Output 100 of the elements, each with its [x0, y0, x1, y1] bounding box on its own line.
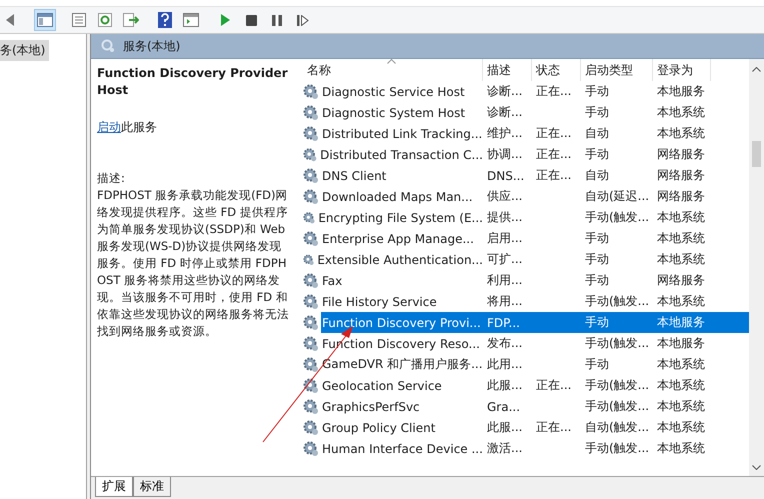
logon-cell-text: 本地服务	[656, 314, 706, 331]
column-header[interactable]: 启动类型	[581, 59, 653, 81]
scrollbar-thumb[interactable]	[752, 141, 761, 167]
logon-cell-text: 网络服务	[656, 146, 706, 163]
logon-cell-text: 网络服务	[656, 272, 706, 289]
service-name-cell: Geolocation Service	[321, 378, 442, 392]
pause-icon	[272, 14, 282, 26]
description-cell-text: Gra...	[486, 400, 522, 414]
service-row[interactable]: Function Discovery Provi... FDP... 手动 本地服务	[303, 312, 749, 333]
startup-type-cell-text: 手动	[584, 230, 610, 247]
logon-cell-text: 本地系统	[656, 125, 706, 142]
description-cell-text: 此服...	[486, 377, 524, 394]
service-name-cell: Human Interface Device ...	[321, 442, 483, 456]
properties-icon	[72, 13, 86, 27]
service-row[interactable]: Diagnostic Service Host 诊断... 正在... 手动 本地服务	[303, 81, 749, 102]
logon-cell-text: 本地系统	[656, 209, 706, 226]
service-row[interactable]: GameDVR 和广播用户服务... 此用... 手动 本地系统	[303, 354, 749, 375]
logon-cell-text: 本地服务	[656, 335, 706, 352]
console-window-icon	[183, 13, 199, 27]
service-row[interactable]: File History Service 将用... 手动(触发... 本地系统	[303, 291, 749, 312]
description-cell-text: FDP...	[486, 316, 521, 330]
service-name-cell: GameDVR 和广播用户服务...	[321, 356, 483, 373]
startup-type-cell-text: 自动(触发...	[584, 419, 650, 436]
service-name-cell: Group Policy Client	[321, 420, 436, 434]
description-cell-text: 利用...	[486, 272, 524, 289]
service-name-cell: Distributed Link Tracking...	[321, 126, 482, 140]
service-name-cell: Diagnostic System Host	[321, 106, 466, 120]
description-cell-text: 维护...	[486, 125, 524, 142]
startup-type-cell-text: 手动	[584, 104, 610, 121]
help-icon	[158, 12, 172, 28]
service-row[interactable]: Fax 利用... 手动 网络服务	[303, 270, 749, 291]
service-name-cell: Distributed Transaction C...	[319, 148, 483, 162]
column-header[interactable]: 登录为	[653, 59, 711, 81]
view-tab[interactable]: 扩展	[95, 477, 133, 497]
view-tab[interactable]: 标准	[133, 477, 171, 497]
logon-cell-text: 本地系统	[656, 440, 706, 457]
column-header[interactable]: 描述	[483, 59, 532, 81]
scroll-up-icon	[752, 67, 761, 72]
service-name-cell: Downloaded Maps Man...	[321, 190, 473, 204]
refresh-icon	[98, 13, 112, 27]
service-row[interactable]: Group Policy Client 此服... 正在... 自动(触发... 本地系统	[303, 417, 749, 438]
service-row[interactable]: Human Interface Device ... 激活... 手动(触发... 本地系统	[303, 438, 749, 459]
description-label: 描述:	[97, 170, 126, 187]
sort-caret-icon	[387, 59, 396, 64]
start-link[interactable]: 启动	[97, 120, 121, 134]
service-row[interactable]: Enterprise App Manage... 启用... 手动 本地系统	[303, 228, 749, 249]
startup-type-cell-text: 手动(触发...	[584, 209, 650, 226]
description-cell-text: 诊断...	[486, 83, 524, 100]
stop-icon	[246, 14, 256, 26]
scrollbar[interactable]	[749, 59, 764, 476]
startup-type-cell-text: 手动	[584, 272, 610, 289]
description-cell-text: 可扩...	[486, 251, 524, 268]
back-arrow-icon	[6, 14, 16, 26]
service-row[interactable]: Extensible Authentication... 可扩... 手动 本地系统	[303, 249, 749, 270]
action-text: 此服务	[121, 120, 157, 134]
service-row[interactable]: Distributed Transaction C... 协调... 正在... 手动 网络服务	[303, 144, 749, 165]
description-cell-text: 诊断...	[486, 104, 524, 121]
status-cell-text: 正在...	[535, 377, 572, 394]
description-cell-text: 此服...	[486, 419, 524, 436]
startup-type-cell-text: 手动	[584, 314, 610, 331]
service-name-cell: Function Discovery Provi...	[321, 316, 481, 330]
panel-title: 服务(本地)	[123, 38, 180, 54]
service-row[interactable]: Encrypting File System (E... 提供... 手动(触发... 本地系统	[303, 207, 749, 228]
service-name-cell: Diagnostic Service Host	[321, 84, 465, 98]
service-row[interactable]: GraphicsPerfSvc Gra... 手动(触发... 本地系统	[303, 396, 749, 417]
logon-cell-text: 本地系统	[656, 293, 706, 310]
service-row[interactable]: Geolocation Service 此服... 正在... 手动(触发... 本地系统	[303, 375, 749, 396]
service-row[interactable]: Diagnostic System Host 诊断... 手动 本地系统	[303, 102, 749, 123]
tree-item[interactable]: 务(本地)	[0, 40, 50, 61]
startup-type-cell-text: 手动	[584, 251, 610, 268]
description-cell-text: 将用...	[486, 293, 524, 310]
service-name-cell: GraphicsPerfSvc	[321, 400, 420, 414]
service-row[interactable]: Downloaded Maps Man... 供应... 自动(延迟... 网络服务	[303, 186, 749, 207]
description-cell-text: 启用...	[486, 230, 524, 247]
resume-icon	[297, 14, 309, 26]
service-row[interactable]: DNS Client DNS... 正在... 自动 网络服务	[303, 165, 749, 186]
service-name-cell: Extensible Authentication...	[316, 252, 483, 266]
startup-type-cell-text: 手动	[584, 83, 610, 100]
service-name-cell: Fax	[321, 274, 342, 288]
logon-cell-text: 本地系统	[656, 419, 706, 436]
startup-type-cell-text: 自动	[584, 167, 610, 184]
logon-cell-text: 本地服务	[656, 83, 706, 100]
export-icon	[123, 13, 139, 27]
logon-cell-text: 本地系统	[656, 377, 706, 394]
service-row[interactable]: Distributed Link Tracking... 维护... 正在... 自动 本地系统	[303, 123, 749, 144]
startup-type-cell-text: 手动(触发...	[584, 335, 650, 352]
service-name-cell: File History Service	[321, 294, 437, 308]
status-cell-text: 正在...	[535, 83, 572, 100]
logon-cell-text: 本地系统	[656, 356, 706, 373]
description-cell-text: 此用...	[486, 356, 524, 373]
column-header[interactable]: 状态	[532, 59, 581, 81]
logon-cell-text: 本地系统	[656, 398, 706, 415]
description-text: FDPHOST 服务承载功能发现(FD)网络发现提供程序。这些 FD 提供程序为简单服务发现协议(SSDP)和 Web 服务发现(WS-D)协议提供网络发现服务。使用 FD 时停止或禁用 FDPHOST 服务将禁用这些协议的网络发现。当该服务不可用时，使用 FD 和依靠这些发现协议的网络服务将无法找到网络服务或资源。	[97, 187, 290, 340]
tree-button[interactable]	[34, 9, 56, 31]
startup-type-cell-text: 手动(触发...	[584, 377, 650, 394]
service-name-cell: Encrypting File System (E...	[317, 210, 483, 224]
column-header[interactable]: 名称	[303, 59, 483, 81]
logon-cell-text: 本地系统	[656, 251, 706, 268]
status-cell-text: 正在...	[535, 167, 572, 184]
description-cell-text: DNS...	[486, 168, 526, 182]
